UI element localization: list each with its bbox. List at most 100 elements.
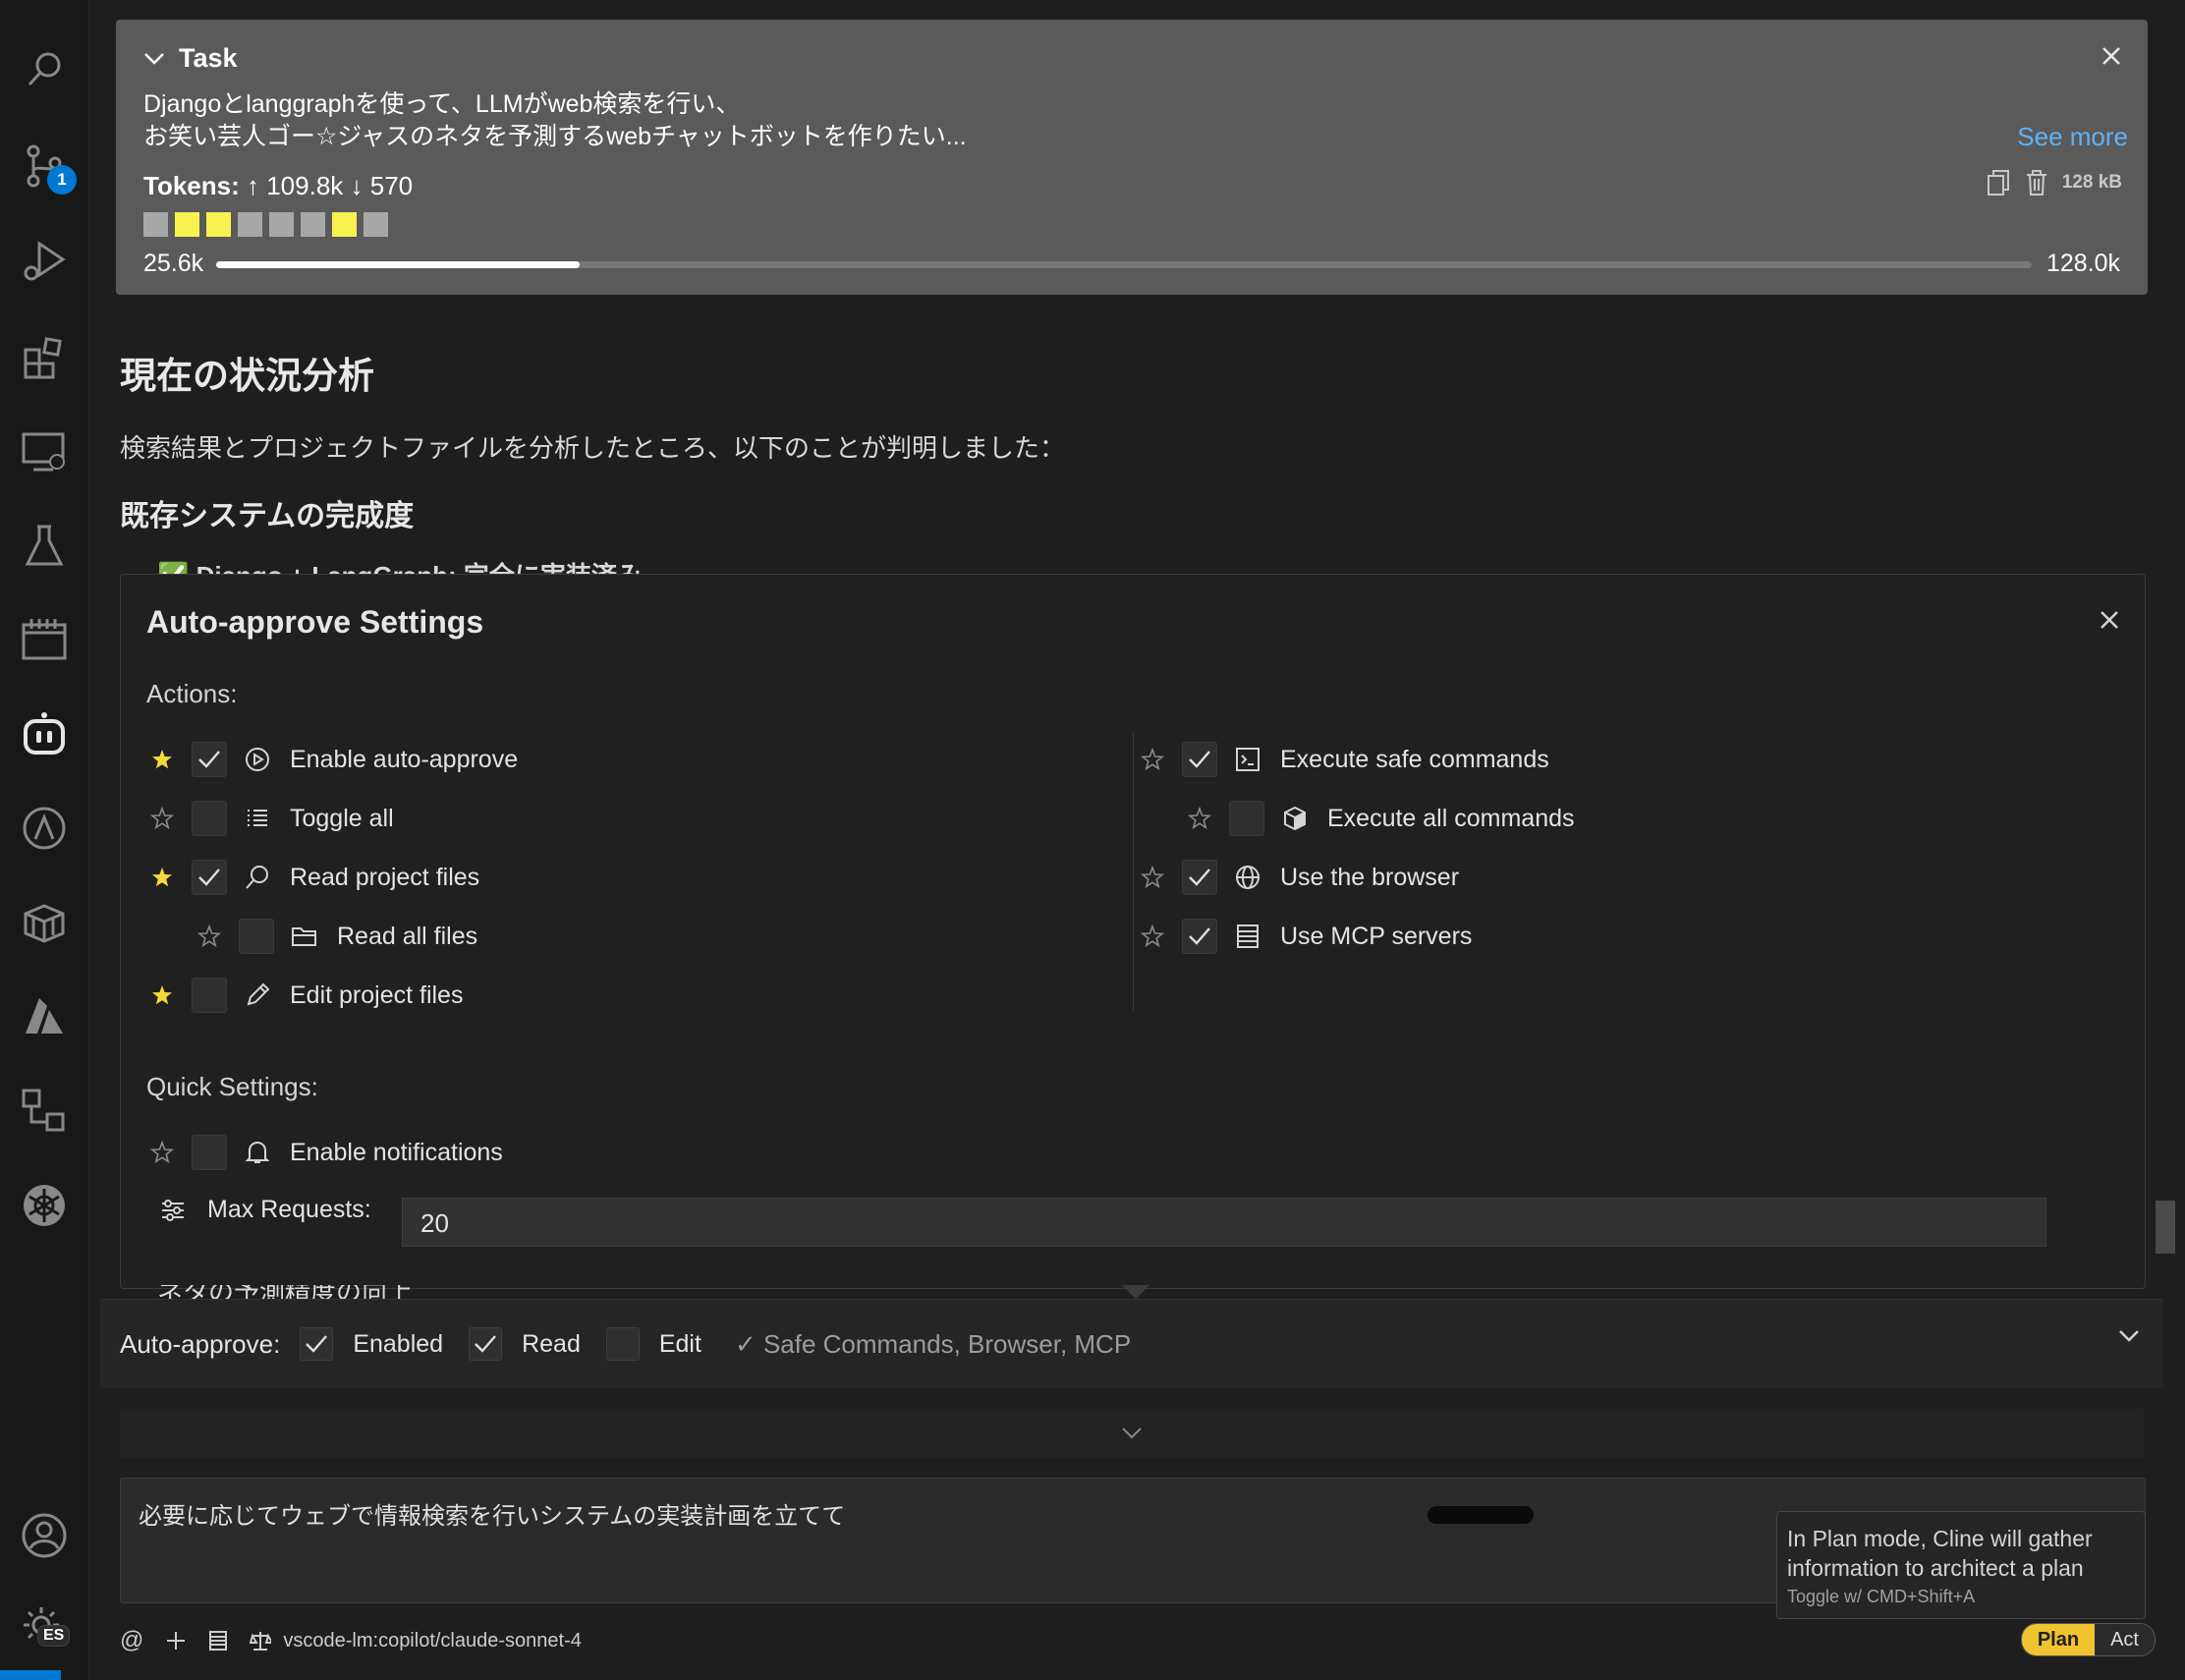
checkbox[interactable] xyxy=(605,1327,640,1361)
auto-approve-read[interactable]: Read xyxy=(469,1327,581,1361)
option-read-project-files[interactable]: Read project files xyxy=(142,858,479,897)
checkbox[interactable] xyxy=(1229,801,1264,836)
list-icon xyxy=(243,806,272,831)
checkpoint-swatch[interactable] xyxy=(269,212,294,237)
model-selector[interactable]: vscode-lm:copilot/claude-sonnet-4 xyxy=(250,1630,582,1652)
resize-handle[interactable] xyxy=(1428,1506,1534,1524)
copy-icon[interactable] xyxy=(1986,169,2011,196)
chat-list-item: ✅ Django + LangGraph: 完全に実装済み xyxy=(157,556,643,574)
auto-approve-bar[interactable]: Auto-approve: Enabled Read Edit ✓ Safe C… xyxy=(100,1299,2163,1388)
auto-approve-enabled[interactable]: Enabled xyxy=(300,1327,443,1361)
add-icon[interactable] xyxy=(165,1630,187,1652)
star-icon[interactable] xyxy=(1133,924,1172,948)
option-edit-project-files[interactable]: Edit project files xyxy=(142,976,463,1015)
checkpoint-swatch[interactable] xyxy=(206,212,231,237)
star-icon[interactable] xyxy=(142,807,182,830)
context-max: 128.0k xyxy=(2045,250,2120,277)
star-icon[interactable] xyxy=(142,983,182,1007)
checkpoint-swatch[interactable] xyxy=(143,212,168,237)
run-debug-icon[interactable] xyxy=(18,234,71,287)
checkpoint-swatch[interactable] xyxy=(301,212,325,237)
tokens-info: Tokens: ↑ 109.8k ↓ 570 xyxy=(143,171,413,201)
max-requests-input[interactable]: 20 xyxy=(402,1198,2046,1247)
star-icon[interactable] xyxy=(1180,807,1219,830)
lambda-icon[interactable] xyxy=(18,802,71,855)
settings-gear-icon[interactable]: ES xyxy=(18,1601,71,1654)
checkpoint-swatch[interactable] xyxy=(364,212,388,237)
play-circle-icon xyxy=(243,747,272,772)
option-enable-auto-approve[interactable]: Enable auto-approve xyxy=(142,740,518,779)
star-icon[interactable] xyxy=(1133,866,1172,889)
checkbox[interactable] xyxy=(1182,742,1217,777)
chevron-down-icon xyxy=(144,52,164,65)
option-execute-all-commands[interactable]: Execute all commands xyxy=(1180,799,1575,838)
chevron-down-icon[interactable] xyxy=(2118,1329,2140,1343)
option-use-mcp-servers[interactable]: Use MCP servers xyxy=(1133,917,1472,956)
option-use-browser[interactable]: Use the browser xyxy=(1133,858,1459,897)
server-icon[interactable] xyxy=(208,1630,228,1652)
folder-icon xyxy=(290,924,319,948)
cline-robot-icon[interactable] xyxy=(18,707,71,760)
trash-icon[interactable] xyxy=(2025,169,2048,196)
star-icon[interactable] xyxy=(1133,748,1172,771)
checkbox[interactable] xyxy=(300,1327,334,1361)
option-label: Use the browser xyxy=(1280,863,1460,891)
collapse-toggle[interactable] xyxy=(120,1409,2144,1458)
checkpoint-swatch[interactable] xyxy=(175,212,199,237)
checkbox[interactable] xyxy=(192,978,227,1013)
checkbox[interactable] xyxy=(469,1327,503,1361)
checkpoint-swatches xyxy=(143,212,388,237)
star-icon[interactable] xyxy=(142,1141,182,1164)
menu-icon[interactable] xyxy=(18,0,71,41)
scrollbar-thumb[interactable] xyxy=(2156,1201,2175,1254)
chat-paragraph: 検索結果とプロジェクトファイルを分析したところ、以下のことが判明しました： xyxy=(120,433,1066,463)
scale-icon xyxy=(250,1632,272,1651)
checkbox[interactable] xyxy=(192,860,227,895)
option-enable-notifications[interactable]: Enable notifications xyxy=(142,1133,503,1172)
azure-icon[interactable] xyxy=(18,990,71,1043)
plan-act-toggle[interactable]: Plan Act xyxy=(2020,1623,2156,1656)
auto-approve-settings-close-button[interactable] xyxy=(2100,610,2119,630)
task-close-button[interactable] xyxy=(2101,45,2122,67)
account-icon[interactable] xyxy=(18,1509,71,1562)
star-icon[interactable] xyxy=(190,924,229,948)
auto-approve-edit[interactable]: Edit xyxy=(605,1327,701,1361)
context-progress-fill xyxy=(216,261,580,268)
act-mode-button[interactable]: Act xyxy=(2095,1624,2155,1655)
checkpoint-swatch[interactable] xyxy=(332,212,357,237)
option-toggle-all[interactable]: Toggle all xyxy=(142,799,394,838)
checkbox[interactable] xyxy=(192,801,227,836)
max-requests-label: Max Requests: xyxy=(207,1196,371,1223)
calendar-icon[interactable] xyxy=(18,613,71,666)
auto-approve-label: Auto-approve: xyxy=(120,1328,281,1359)
chat-subheading: 既存システムの完成度 xyxy=(120,500,415,532)
star-icon[interactable] xyxy=(142,748,182,771)
option-label: Toggle all xyxy=(290,804,394,832)
task-header[interactable]: Task xyxy=(143,43,238,74)
remote-explorer-icon[interactable] xyxy=(18,424,71,477)
checkbox[interactable] xyxy=(1182,860,1217,895)
server-icon xyxy=(1233,924,1262,949)
source-control-icon[interactable]: 1 xyxy=(18,140,77,195)
option-execute-safe-commands[interactable]: Execute safe commands xyxy=(1133,740,1549,779)
at-mention-icon[interactable]: @ xyxy=(120,1627,143,1654)
option-read-all-files[interactable]: Read all files xyxy=(190,917,477,956)
star-icon[interactable] xyxy=(142,866,182,889)
search-icon[interactable] xyxy=(18,43,71,96)
checkpoint-swatch[interactable] xyxy=(238,212,262,237)
settings-badge: ES xyxy=(37,1625,71,1647)
plan-mode-button[interactable]: Plan xyxy=(2021,1624,2096,1655)
extensions-icon[interactable] xyxy=(18,330,71,383)
testing-icon[interactable] xyxy=(18,519,71,572)
flow-icon[interactable] xyxy=(18,1085,71,1138)
container-icon[interactable] xyxy=(18,896,71,949)
checkbox[interactable] xyxy=(192,1135,227,1170)
kubernetes-icon[interactable] xyxy=(18,1179,71,1232)
quick-settings-label: Quick Settings: xyxy=(146,1072,318,1101)
see-more-link[interactable]: See more xyxy=(2017,122,2128,152)
source-control-badge: 1 xyxy=(47,165,77,195)
checkbox[interactable] xyxy=(192,742,227,777)
checkbox[interactable] xyxy=(1182,919,1217,954)
plan-mode-tooltip: In Plan mode, Cline will gather informat… xyxy=(1776,1511,2146,1619)
checkbox[interactable] xyxy=(239,919,274,954)
